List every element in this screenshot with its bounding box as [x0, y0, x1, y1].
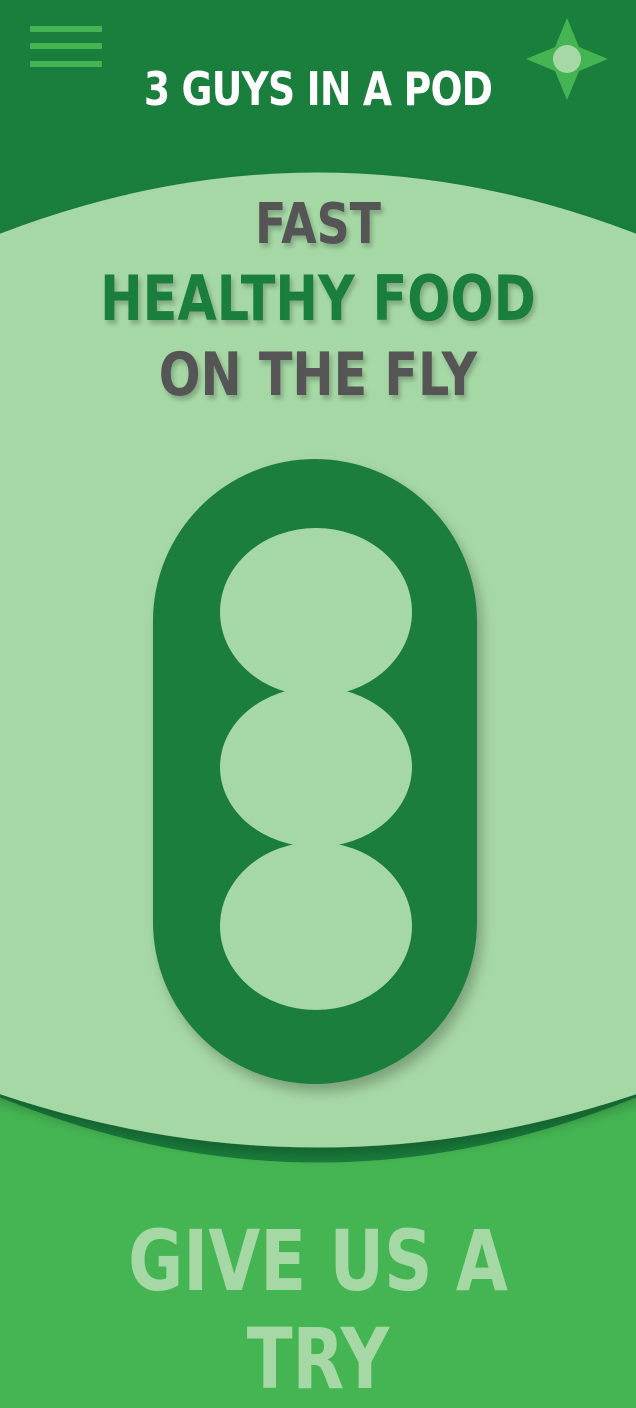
pea-middle [220, 687, 412, 847]
pea-pod-icon [153, 459, 477, 1084]
give-us-a-try-button[interactable]: GIVE US A TRY [64, 1212, 573, 1408]
pea-top [220, 528, 412, 696]
pea-bottom [220, 842, 412, 1010]
